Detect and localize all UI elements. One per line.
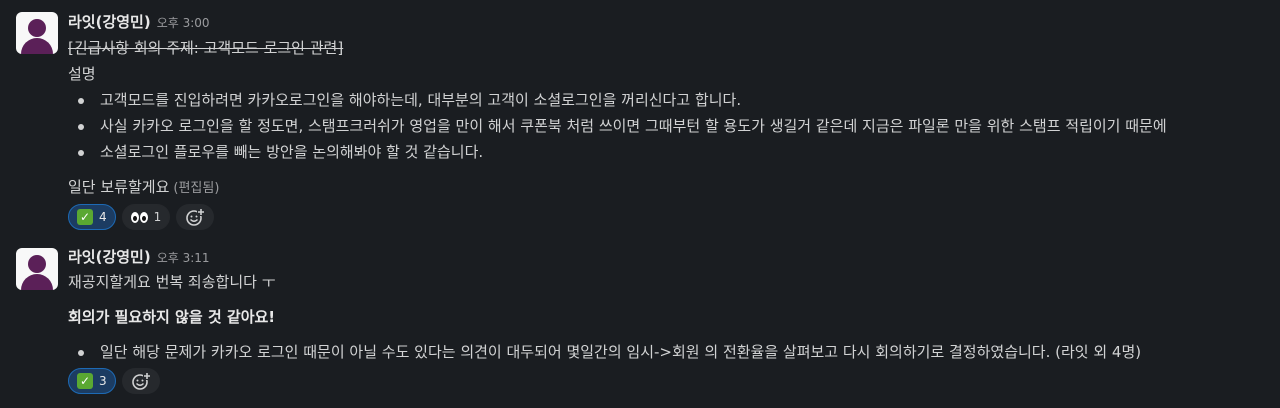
avatar-head	[28, 255, 46, 273]
white-check-mark-icon: ✓	[77, 209, 93, 225]
list-item-continuation: 소셜로그인 플로우를 빼는 방안을 논의해봐야 할 것 같습니다.	[68, 141, 1268, 163]
reaction-bar: ✓ 4 1	[68, 203, 1268, 231]
avatar[interactable]	[16, 12, 58, 54]
avatar-head	[28, 19, 46, 37]
message-content: 라잇(강영민) 오후 3:00 [긴급사항 회의 주제: 고객모드 로그인 관련]…	[68, 11, 1268, 231]
continuation-text: 소셜로그인 플로우를 빼는 방안을 논의해봐야 할 것 같습니다.	[100, 143, 484, 161]
add-reaction-button[interactable]	[121, 368, 160, 394]
avatar[interactable]	[16, 248, 58, 290]
list-item: 고객모드를 진입하려면 카카오로그인을 해야하는데, 대부분의 고객이 소셜로그…	[68, 89, 1268, 111]
struck-title: [긴급사항 회의 주제: 고객모드 로그인 관련]	[68, 39, 344, 57]
timestamp[interactable]: 오후 3:00	[157, 16, 210, 30]
message-header: 라잇(강영민) 오후 3:00	[68, 11, 1268, 33]
add-reaction-icon	[186, 208, 206, 226]
reaction-check[interactable]: ✓ 4	[68, 204, 116, 230]
closing-line: 일단 보류할게요 (편집됨)	[68, 176, 1268, 198]
add-reaction-icon	[131, 372, 151, 390]
reaction-count: 3	[99, 374, 107, 388]
reaction-eyes[interactable]: 1	[121, 204, 171, 230]
reaction-count: 4	[99, 210, 107, 224]
bullet-list: 고객모드를 진입하려면 카카오로그인을 해야하는데, 대부분의 고객이 소셜로그…	[68, 89, 1268, 163]
edited-label: (편집됨)	[173, 181, 220, 196]
message-content: 라잇(강영민) 오후 3:11 재공지할게요 번복 죄송합니다 ㅜ 회의가 필요하…	[68, 246, 1268, 395]
avatar-body	[21, 38, 53, 54]
message-line: 재공지할게요 번복 죄송합니다 ㅜ	[68, 273, 276, 291]
closing-text: 일단 보류할게요	[68, 178, 170, 196]
bold-line: 회의가 필요하지 않을 것 같아요!	[68, 308, 276, 326]
bullet-list: 일단 해당 문제가 카카오 로그인 때문이 아닐 수도 있다는 의견이 대두되어…	[68, 341, 1268, 363]
avatar-body	[21, 274, 53, 290]
timestamp[interactable]: 오후 3:11	[157, 251, 210, 265]
eyes-icon	[130, 211, 148, 223]
add-reaction-button[interactable]	[176, 204, 215, 230]
reaction-bar: ✓ 3	[68, 367, 1268, 395]
reaction-check[interactable]: ✓ 3	[68, 368, 116, 394]
author-name[interactable]: 라잇(강영민)	[68, 248, 151, 266]
section-label: 설명	[68, 65, 96, 83]
white-check-mark-icon: ✓	[77, 373, 93, 389]
message-header: 라잇(강영민) 오후 3:11	[68, 246, 1268, 268]
list-item: 사실 카카오 로그인을 할 정도면, 스탬프크러쉬가 영업을 만이 해서 쿠폰북…	[68, 115, 1268, 137]
reaction-count: 1	[153, 210, 162, 224]
author-name[interactable]: 라잇(강영민)	[68, 13, 151, 31]
list-item: 일단 해당 문제가 카카오 로그인 때문이 아닐 수도 있다는 의견이 대두되어…	[68, 341, 1268, 363]
